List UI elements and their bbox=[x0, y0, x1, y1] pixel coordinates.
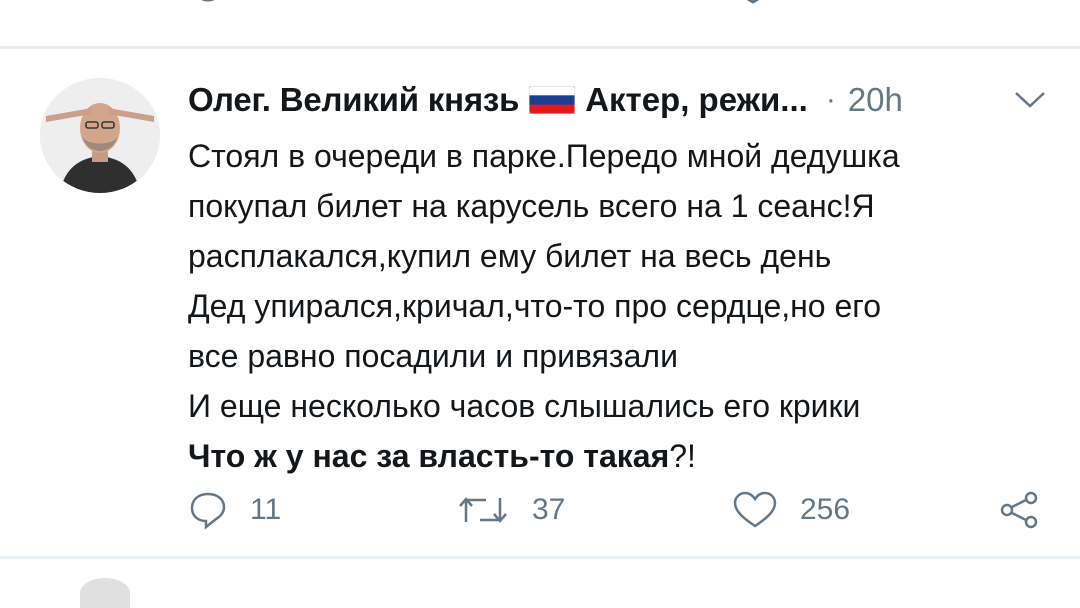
share-button[interactable] bbox=[998, 490, 1042, 530]
bottom-divider bbox=[0, 556, 1080, 559]
tweet-text: Стоял в очереди в парке.Передо мной деду… bbox=[188, 131, 1058, 481]
tweet-actions: 11 37 256 bbox=[0, 490, 1080, 540]
like-button[interactable]: 256 bbox=[732, 490, 850, 530]
share-icon bbox=[1000, 491, 1038, 529]
reply-icon bbox=[190, 492, 226, 530]
chevron-down-icon[interactable] bbox=[1013, 90, 1047, 110]
tweet-text-last-line: Что ж у нас за власть-то такая?! bbox=[188, 431, 1058, 481]
reply-button[interactable]: 11 bbox=[188, 490, 281, 530]
retweet-button[interactable]: 37 bbox=[456, 490, 565, 530]
top-divider bbox=[0, 46, 1080, 49]
next-tweet-avatar[interactable] bbox=[80, 578, 130, 608]
tweet-text-bold: Что ж у нас за власть-то такая bbox=[188, 438, 670, 474]
tweet-text-line: Стоял в очереди в парке.Передо мной деду… bbox=[188, 138, 900, 174]
tweet-text-line: Дед упирался,кричал,что-то про сердце,но… bbox=[188, 288, 882, 324]
tweet-timestamp[interactable]: 20h bbox=[848, 81, 903, 119]
heart-icon bbox=[733, 491, 777, 528]
separator-dot: · bbox=[825, 83, 836, 116]
author-display-suffix[interactable]: Актер, режи... bbox=[585, 81, 808, 119]
author-name[interactable]: Олег. Великий князь bbox=[188, 81, 519, 119]
like-count: 256 bbox=[800, 493, 851, 526]
previous-tweet-actions bbox=[0, 0, 1080, 46]
avatar[interactable] bbox=[40, 78, 160, 193]
share-icon[interactable] bbox=[1000, 0, 1044, 20]
tweet-text-line: расплакался,купил ему билет на весь день bbox=[188, 238, 832, 274]
tweet-text-line: И еще несколько часов слышались его крик… bbox=[188, 388, 861, 424]
tweet-text-line: все равно посадили и привязали bbox=[188, 338, 678, 374]
tweet-header: Олег. Великий князь Актер, режи... · 20h bbox=[188, 78, 903, 122]
reply-icon[interactable] bbox=[186, 0, 230, 20]
tweet-text-tail: ?! bbox=[669, 438, 696, 474]
retweet-icon[interactable] bbox=[462, 0, 512, 20]
retweet-count: 37 bbox=[532, 493, 566, 526]
tweet-text-line: покупал билет на карусель всего на 1 сеа… bbox=[188, 188, 875, 224]
reply-count: 11 bbox=[250, 493, 282, 526]
retweet-icon bbox=[459, 497, 507, 523]
heart-icon[interactable] bbox=[728, 0, 778, 20]
russia-flag-icon bbox=[529, 86, 576, 114]
